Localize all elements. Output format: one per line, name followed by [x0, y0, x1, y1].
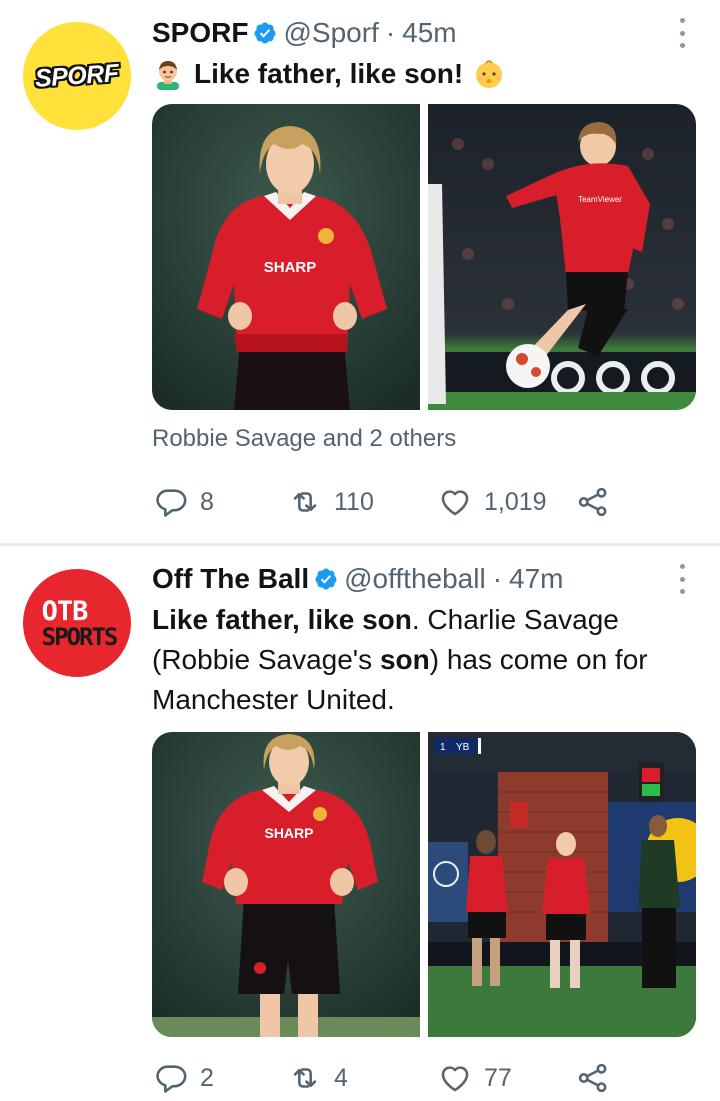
like-button[interactable]: 77 — [438, 1058, 512, 1098]
retweet-button[interactable]: 4 — [288, 1058, 348, 1098]
tweet-text-bold-1: Like father, like son — [152, 604, 412, 635]
verified-badge-icon — [254, 22, 276, 44]
man-emoji-icon — [157, 61, 179, 90]
score-number: 1 — [440, 742, 446, 753]
reply-button[interactable]: 8 — [154, 482, 214, 522]
tweet-time[interactable]: 47m — [509, 563, 563, 595]
author-name[interactable]: SPORF — [152, 17, 248, 49]
retweet-button[interactable]: 110 — [288, 482, 374, 522]
tweet-actions: 8 110 1,019 — [152, 482, 652, 522]
author-name[interactable]: Off The Ball — [152, 563, 309, 595]
heart-icon — [441, 1066, 469, 1092]
share-icon — [578, 1063, 607, 1093]
share-icon — [578, 487, 607, 517]
like-count: 1,019 — [484, 487, 547, 516]
liked-by-text[interactable]: Robbie Savage and 2 others — [152, 425, 456, 453]
heart-icon — [441, 490, 469, 516]
tweet-header: Off The Ball @offtheball · 47m — [152, 560, 563, 598]
reply-button[interactable]: 2 — [154, 1058, 214, 1098]
sporf-logo: SPORF — [34, 58, 120, 93]
avatar[interactable]: SPORF — [23, 22, 131, 130]
reply-icon — [156, 489, 187, 517]
more-options-icon[interactable] — [676, 564, 688, 594]
tweet-text: Like father, like son! — [152, 54, 700, 94]
media-grid[interactable]: SHARP — [152, 732, 696, 1037]
baby-emoji-icon — [476, 60, 503, 88]
photo-robbie-savage[interactable]: SHARP — [152, 732, 420, 1037]
share-button[interactable] — [576, 482, 610, 522]
retweet-count: 110 — [334, 487, 374, 516]
reply-count: 2 — [200, 1063, 214, 1092]
photo-robbie-savage[interactable]: SHARP — [152, 104, 420, 410]
tweet-header: SPORF @Sporf · 45m — [152, 14, 457, 52]
author-handle[interactable]: @Sporf — [283, 17, 378, 49]
shirt-sponsor: TeamViewer — [578, 195, 622, 204]
photo-substitution[interactable]: 1 YB — [428, 732, 696, 1037]
shirt-sponsor: SHARP — [264, 259, 317, 276]
verified-badge-icon — [315, 568, 337, 590]
retweet-count: 4 — [334, 1063, 348, 1092]
like-count: 77 — [484, 1063, 512, 1092]
otb-logo: OTB SPORTS — [41, 595, 119, 651]
author-handle[interactable]: @offtheball — [344, 563, 486, 595]
tweet-time[interactable]: 45m — [402, 17, 456, 49]
separator-dot: · — [385, 17, 396, 48]
like-button[interactable]: 1,019 — [438, 482, 547, 522]
retweet-icon — [293, 492, 317, 512]
media-grid[interactable]: SHARP — [152, 104, 696, 410]
avatar[interactable]: OTB SPORTS — [23, 569, 131, 677]
reply-icon — [156, 1065, 187, 1093]
tweet-text: Like father, like son. Charlie Savage (R… — [152, 600, 700, 720]
more-options-icon[interactable] — [676, 18, 688, 48]
share-button[interactable] — [576, 1058, 610, 1098]
reply-count: 8 — [200, 487, 214, 516]
retweet-icon — [293, 1068, 317, 1088]
tweet-sporf[interactable]: SPORF SPORF @Sporf · 45m Like father, li… — [0, 0, 720, 543]
score-team: YB — [456, 742, 470, 753]
tweet-text-bold-2: son — [379, 644, 430, 675]
photo-charlie-savage[interactable]: TeamViewer — [428, 104, 696, 410]
shirt-sponsor: SHARP — [264, 825, 313, 841]
tweet-offtheball[interactable]: OTB SPORTS Off The Ball @offtheball · 47… — [0, 546, 720, 1101]
tweet-text-main: Like father, like son! — [194, 58, 464, 89]
separator-dot: · — [492, 563, 503, 594]
tweet-actions: 2 4 77 — [152, 1058, 652, 1098]
